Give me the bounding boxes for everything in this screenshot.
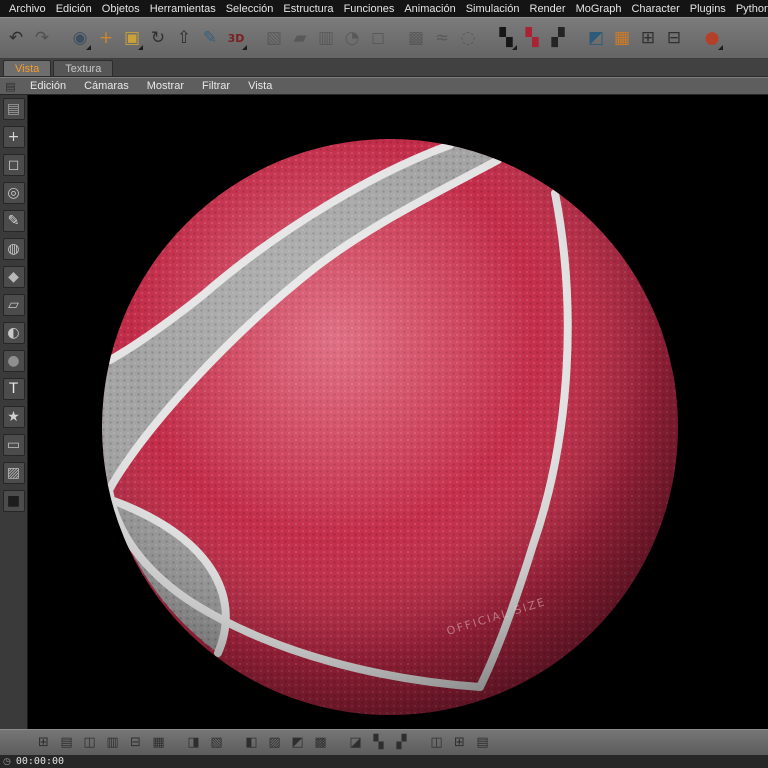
eraser-icon[interactable]: ▱ bbox=[2, 294, 25, 316]
basketball-render: OFFICIAL SIZE bbox=[102, 139, 678, 715]
timecode: 00:00:00 bbox=[15, 756, 65, 767]
color-swatch-icon[interactable]: ■ bbox=[2, 490, 25, 512]
smear-tool-icon[interactable]: ≈ bbox=[429, 23, 455, 53]
checker-dark-icon[interactable]: ▞ bbox=[545, 23, 571, 53]
checker-red-icon[interactable]: ▚ bbox=[519, 23, 545, 53]
menu-herramientas[interactable]: Herramientas bbox=[145, 3, 221, 15]
viewport-menu-items: Edición Cámaras Mostrar Filtrar Vista bbox=[21, 80, 281, 92]
magnify-tool-icon[interactable]: ◎ bbox=[2, 182, 25, 204]
multibrush-icon[interactable]: ▩ bbox=[403, 23, 429, 53]
tab-textura[interactable]: Textura bbox=[53, 60, 114, 76]
add-texture-icon[interactable]: + bbox=[93, 23, 119, 53]
uv-edges-icon[interactable]: ▞ bbox=[390, 733, 413, 753]
uv-mesh-edit-icon[interactable]: ◩ bbox=[583, 23, 609, 53]
lock-selection-icon[interactable]: ⇧ bbox=[171, 23, 197, 53]
brush-size-icon[interactable]: ◨ bbox=[182, 733, 205, 753]
texture-view-icon[interactable]: ▦ bbox=[609, 23, 635, 53]
clone-tool-icon[interactable]: ◌ bbox=[455, 23, 481, 53]
alpha-channel-icon[interactable]: ▨ bbox=[263, 733, 286, 753]
bump-channel-icon[interactable]: ◩ bbox=[286, 733, 309, 753]
render-view-icon[interactable]: ◉ bbox=[67, 23, 93, 53]
gradient-fill-icon[interactable]: ▥ bbox=[313, 23, 339, 53]
projection-paint-icon[interactable]: ✎ bbox=[197, 23, 223, 53]
maxon-branding: MAXON BODYPAINT 3D bbox=[0, 655, 2, 725]
undo-icon[interactable]: ↶ bbox=[3, 23, 29, 53]
remove-layer-icon[interactable]: ⊟ bbox=[124, 733, 147, 753]
clone-stamp-icon[interactable]: ◆ bbox=[2, 266, 25, 288]
color-picker-icon[interactable]: ◔ bbox=[339, 23, 365, 53]
texture-lock-icon[interactable]: ◫ bbox=[425, 733, 448, 753]
specular-channel-icon[interactable]: ▩ bbox=[309, 733, 332, 753]
shape-tool-icon[interactable]: ▭ bbox=[2, 434, 25, 456]
viewport-panel-icon[interactable]: ▤ bbox=[3, 80, 18, 93]
workspace-icon[interactable]: ▤ bbox=[2, 98, 25, 120]
paint-tools: ▤ + ◻ ◎ ✎ ◍ ◆ ▱ ◐ ● T ★ ▭ ▨ ■ bbox=[2, 98, 25, 512]
uv-polygons-icon[interactable]: ◪ bbox=[344, 733, 367, 753]
color-channel-icon[interactable]: ◧ bbox=[240, 733, 263, 753]
paint-brush-icon[interactable]: ✎ bbox=[2, 210, 25, 232]
transform-tool-icon[interactable]: + bbox=[2, 126, 25, 148]
menu-animacion[interactable]: Animación bbox=[399, 3, 460, 15]
vp-menu-camaras[interactable]: Cámaras bbox=[75, 80, 138, 92]
viewport-3d[interactable]: OFFICIAL SIZE bbox=[28, 95, 768, 729]
crop-tool-icon[interactable]: ◻ bbox=[365, 23, 391, 53]
bottom-toolbar: ⊞ ▤ ◫ ▥ ⊟ ▦ ◨ ▧ ◧ ▨ ◩ ▩ ◪ ▚ ▞ ◫ ⊞ ▤ bbox=[0, 729, 768, 755]
paint-tool-rail: ▤ + ◻ ◎ ✎ ◍ ◆ ▱ ◐ ● T ★ ▭ ▨ ■ bbox=[0, 95, 28, 729]
view-tabs: Vista Textura bbox=[0, 59, 768, 77]
menu-character[interactable]: Character bbox=[626, 3, 684, 15]
redo-icon[interactable]: ↷ bbox=[29, 23, 55, 53]
menu-mograph[interactable]: MoGraph bbox=[571, 3, 627, 15]
paint-setup-wizard-icon[interactable]: 3D bbox=[223, 23, 249, 53]
texture-layers-icon[interactable]: ⊞ bbox=[32, 733, 55, 753]
grid-snap-icon[interactable]: ⊞ bbox=[448, 733, 471, 753]
branding-bodypaint: BODYPAINT 3D bbox=[0, 655, 2, 725]
menu-python[interactable]: Python bbox=[731, 3, 768, 15]
text-tool-icon[interactable]: T bbox=[2, 378, 25, 400]
menu-archivo[interactable]: Archivo bbox=[4, 3, 51, 15]
status-bar: ◷ 00:00:00 bbox=[0, 755, 768, 768]
vp-menu-filtrar[interactable]: Filtrar bbox=[193, 80, 239, 92]
layer-settings-icon[interactable]: ▤ bbox=[471, 733, 494, 753]
revert-texture-icon[interactable]: ↻ bbox=[145, 23, 171, 53]
selection-tool-icon[interactable]: ◻ bbox=[2, 154, 25, 176]
raybrush-icon[interactable]: ▧ bbox=[261, 23, 287, 53]
menu-seleccion[interactable]: Selección bbox=[221, 3, 279, 15]
menubar: Archivo Edición Objetos Herramientas Sel… bbox=[0, 0, 768, 17]
vp-menu-mostrar[interactable]: Mostrar bbox=[138, 80, 193, 92]
brush-pressure-icon[interactable]: ▧ bbox=[205, 733, 228, 753]
main-area: ▤ + ◻ ◎ ✎ ◍ ◆ ▱ ◐ ● T ★ ▭ ▨ ■ OFFICIAL S… bbox=[0, 95, 768, 729]
layer-mask-icon[interactable]: ◫ bbox=[78, 733, 101, 753]
checker-bw-icon[interactable]: ▚ bbox=[493, 23, 519, 53]
layer-list-icon[interactable]: ▤ bbox=[55, 733, 78, 753]
main-toolbar: ↶ ↷ ◉ + ▣ ↻ ⇧ ✎ 3D ▧ ▰ ▥ ◔ ◻ ▩ ≈ ◌ ▚ ▚ ▞… bbox=[0, 17, 768, 59]
uv-grid-a-icon[interactable]: ⊞ bbox=[635, 23, 661, 53]
menu-funciones[interactable]: Funciones bbox=[339, 3, 400, 15]
sponge-tool-icon[interactable]: ● bbox=[2, 350, 25, 372]
star-shape-icon[interactable]: ★ bbox=[2, 406, 25, 428]
polygon-fill-icon[interactable]: ▰ bbox=[287, 23, 313, 53]
uv-points-icon[interactable]: ▚ bbox=[367, 733, 390, 753]
channel-list-icon[interactable]: ▥ bbox=[101, 733, 124, 753]
viewport-menubar: ▤ Edición Cámaras Mostrar Filtrar Vista bbox=[0, 77, 768, 95]
menu-render[interactable]: Render bbox=[525, 3, 571, 15]
menu-estructura[interactable]: Estructura bbox=[278, 3, 338, 15]
bodypaint-window: Archivo Edición Objetos Herramientas Sel… bbox=[0, 0, 768, 768]
menu-simulacion[interactable]: Simulación bbox=[461, 3, 525, 15]
menu-edicion[interactable]: Edición bbox=[51, 3, 97, 15]
menu-objetos[interactable]: Objetos bbox=[97, 3, 145, 15]
menu-plugins[interactable]: Plugins bbox=[685, 3, 731, 15]
fill-bucket-icon[interactable]: ◍ bbox=[2, 238, 25, 260]
uv-grid-b-icon[interactable]: ⊟ bbox=[661, 23, 687, 53]
ball-shading bbox=[102, 139, 678, 715]
vp-menu-vista[interactable]: Vista bbox=[239, 80, 281, 92]
clock-icon: ◷ bbox=[3, 756, 11, 767]
material-sphere-icon[interactable]: ● bbox=[699, 23, 725, 53]
gradient-tool-icon[interactable]: ▨ bbox=[2, 462, 25, 484]
vp-menu-edicion[interactable]: Edición bbox=[21, 80, 75, 92]
tab-vista[interactable]: Vista bbox=[3, 60, 52, 76]
save-texture-icon[interactable]: ▣ bbox=[119, 23, 145, 53]
dodge-tool-icon[interactable]: ◐ bbox=[2, 322, 25, 344]
merge-layers-icon[interactable]: ▦ bbox=[147, 733, 170, 753]
